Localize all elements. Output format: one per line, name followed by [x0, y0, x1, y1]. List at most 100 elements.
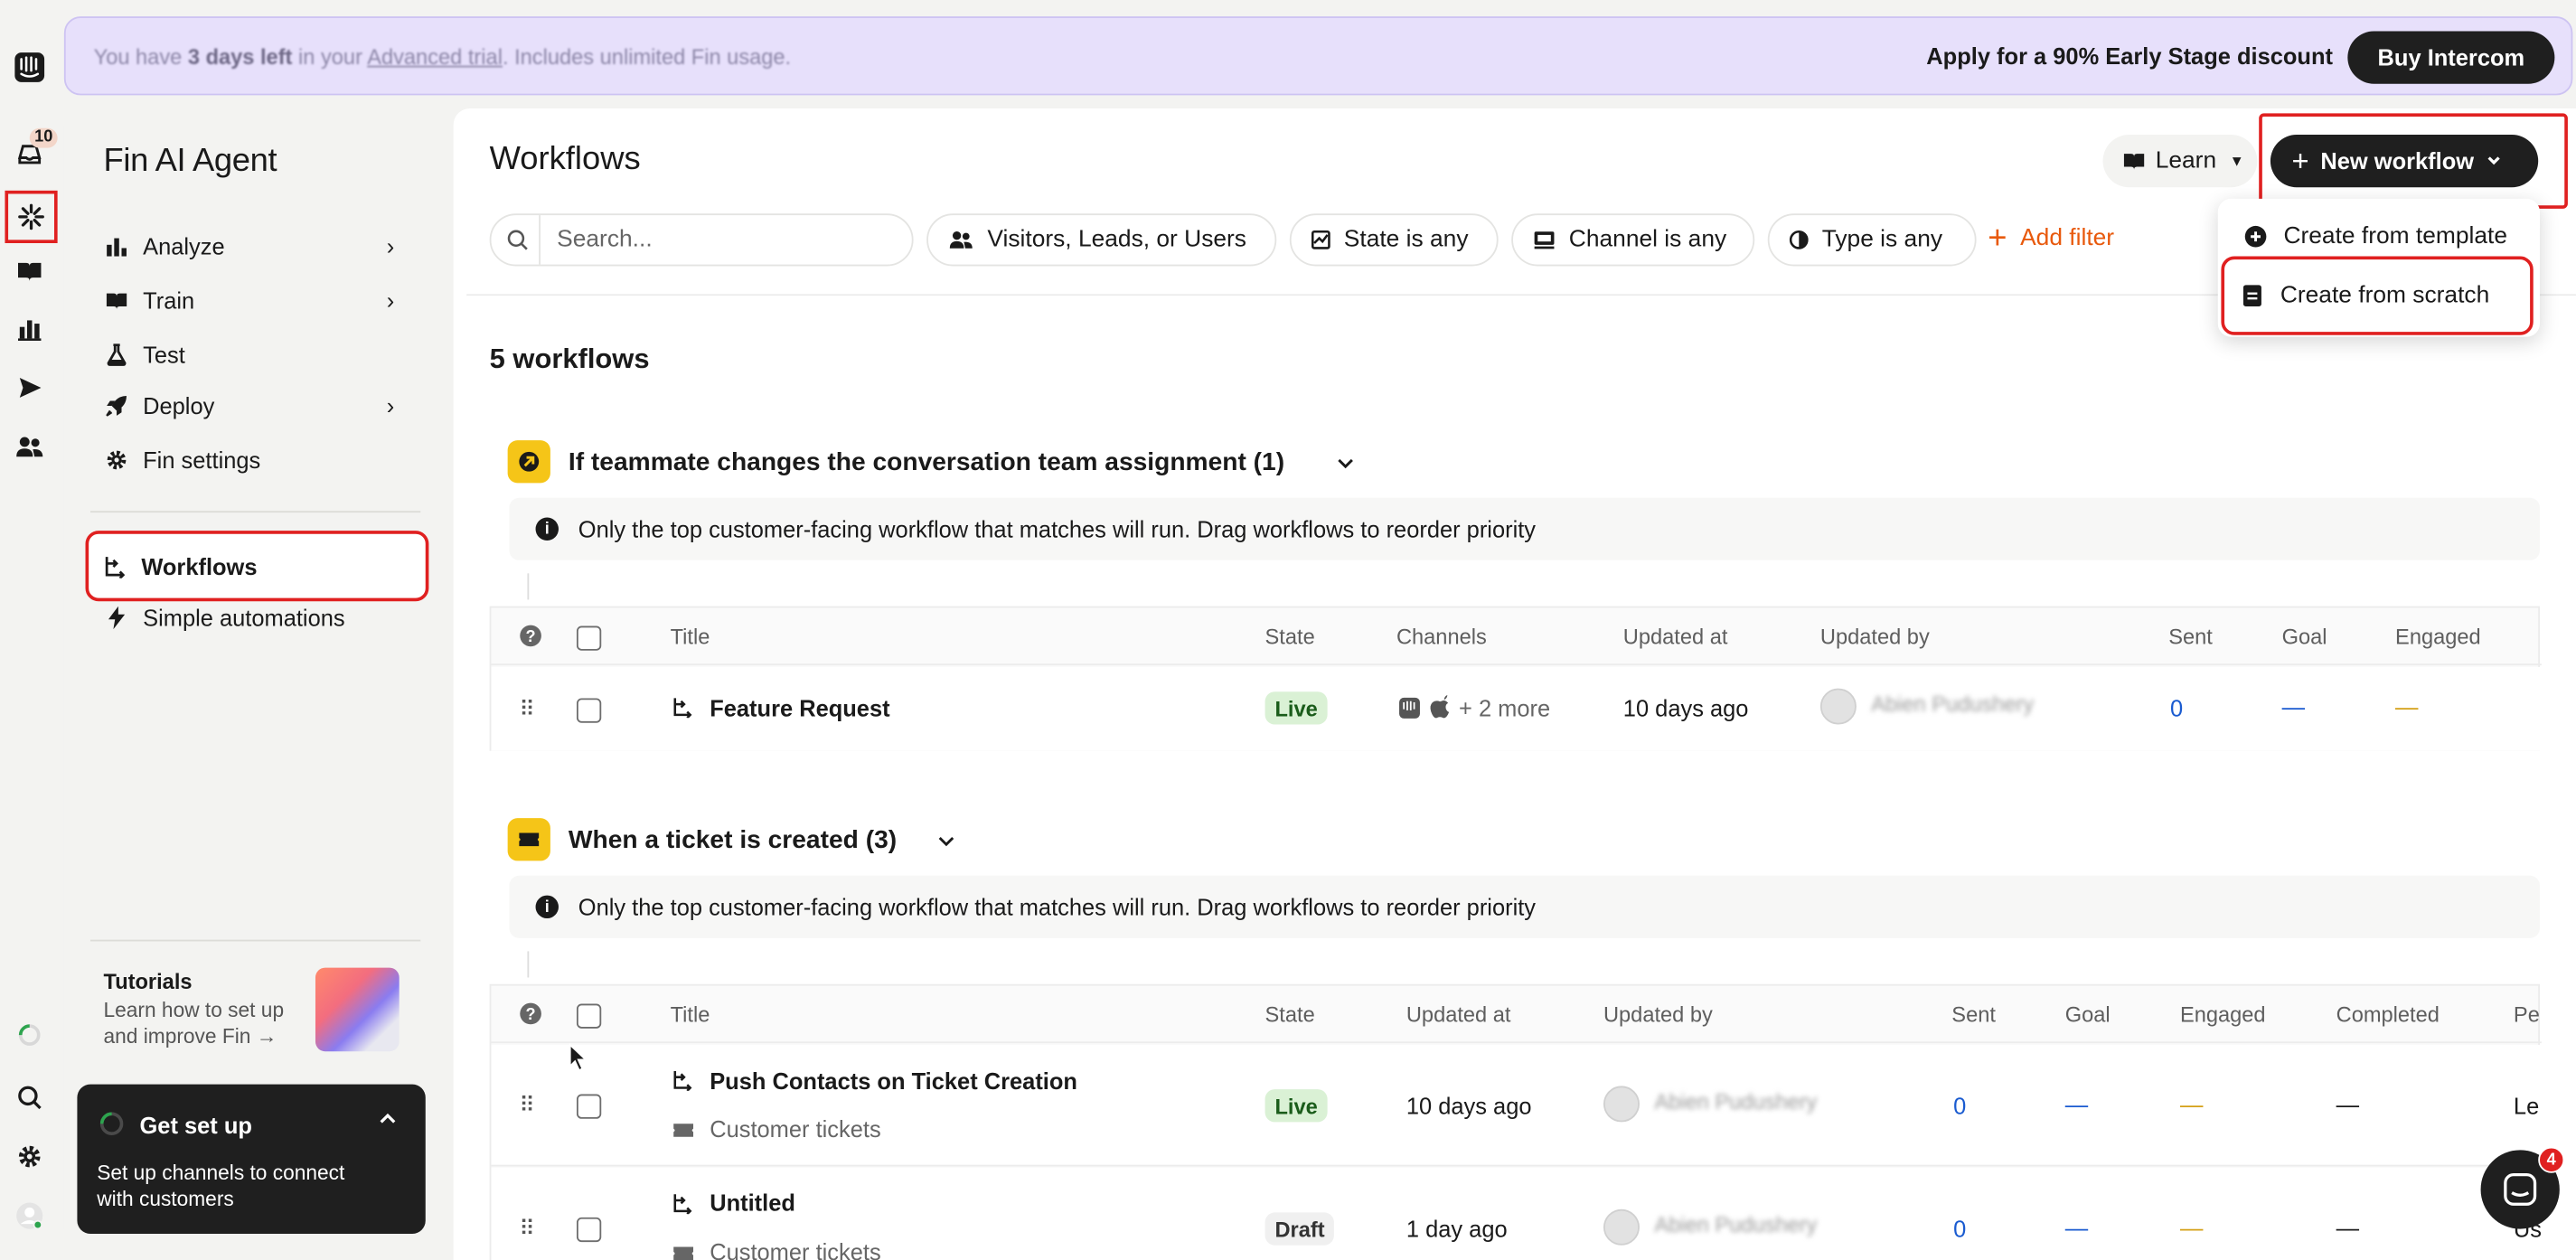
- apple-icon: [1429, 694, 1451, 728]
- workflow-title[interactable]: Feature Request: [710, 695, 889, 721]
- drag-handle-icon[interactable]: ⠿: [519, 1093, 534, 1119]
- column-header[interactable]: State: [1265, 1002, 1315, 1027]
- search-icon[interactable]: [14, 1081, 46, 1114]
- sent-count[interactable]: 0: [2170, 695, 2183, 721]
- channel-filter-label: Channel is any: [1568, 226, 1727, 253]
- sidebar-item-label: Workflows: [141, 552, 258, 579]
- new-workflow-button[interactable]: + New workflow: [2270, 135, 2539, 188]
- workflow-icon: [672, 1069, 693, 1099]
- ticket-icon: [672, 1242, 694, 1260]
- progress-icon[interactable]: [14, 1019, 46, 1051]
- drag-handle-icon[interactable]: ⠿: [519, 1216, 534, 1242]
- info-icon: i: [535, 895, 559, 919]
- row-checkbox[interactable]: [576, 698, 602, 723]
- chevron-up-icon[interactable]: [378, 1107, 398, 1133]
- column-header[interactable]: Title: [671, 625, 710, 649]
- sidebar-item-label: Train: [143, 287, 195, 315]
- workflow-title[interactable]: Push Contacts on Ticket Creation: [710, 1067, 1077, 1094]
- sidebar-item-test[interactable]: Test: [90, 332, 424, 378]
- column-header[interactable]: Goal: [2065, 1002, 2111, 1027]
- book-icon[interactable]: [14, 255, 46, 287]
- column-header[interactable]: Completed: [2336, 1002, 2440, 1027]
- type-filter[interactable]: Type is any: [1767, 213, 1977, 267]
- user-avatar-icon[interactable]: [14, 1199, 46, 1232]
- sidebar-item-train[interactable]: Train ›: [90, 277, 424, 324]
- add-filter-button[interactable]: + Add filter: [1988, 221, 2114, 254]
- column-header[interactable]: State: [1265, 625, 1315, 649]
- create-from-template-item[interactable]: Create from template: [2228, 211, 2530, 263]
- sidebar-item-analyze[interactable]: Analyze ›: [90, 223, 424, 269]
- tutorials-text-2[interactable]: and improve Fin →: [104, 1025, 277, 1048]
- table-row[interactable]: ⠿ Push Contacts on Ticket Creation Custo…: [491, 1044, 2542, 1167]
- discount-link[interactable]: Apply for a 90% Early Stage discount: [1926, 42, 2333, 69]
- caret-down-icon: ▼: [2229, 153, 2244, 170]
- column-header[interactable]: Updated by: [1820, 625, 1930, 649]
- engaged-value: —: [2179, 1090, 2204, 1117]
- trial-mid: in your: [292, 44, 368, 70]
- table-row[interactable]: ⠿ Feature Request Live + 2 more 10 days …: [491, 666, 2542, 751]
- intercom-logo-icon[interactable]: [14, 51, 46, 83]
- help-icon[interactable]: ?: [519, 1002, 541, 1034]
- updated-by: Abien Pudushery: [1871, 691, 2035, 717]
- column-header[interactable]: Updated at: [1406, 1002, 1511, 1027]
- tutorials-thumbnail[interactable]: [315, 967, 400, 1052]
- messenger-launcher[interactable]: 4: [2480, 1146, 2565, 1229]
- goal-value: —: [2064, 1090, 2089, 1117]
- state-filter[interactable]: State is any: [1289, 213, 1499, 267]
- buy-intercom-button[interactable]: Buy Intercom: [2347, 31, 2555, 84]
- channel-filter[interactable]: Channel is any: [1511, 213, 1755, 267]
- fin-ai-icon[interactable]: [5, 190, 58, 244]
- send-icon[interactable]: [14, 371, 46, 404]
- learn-button[interactable]: Learn ▼: [2102, 135, 2258, 188]
- inbox-icon[interactable]: 10: [14, 127, 58, 171]
- app-rail: 10: [0, 0, 59, 1260]
- sidebar-item-fin-settings[interactable]: Fin settings: [90, 437, 424, 483]
- contacts-icon[interactable]: [14, 430, 46, 463]
- search-input[interactable]: Search...: [489, 213, 914, 267]
- table-row[interactable]: ⠿ Untitled Customer tickets Draft 1 day …: [491, 1168, 2542, 1260]
- column-header[interactable]: Engaged: [2395, 625, 2481, 649]
- audience-filter[interactable]: Visitors, Leads, or Users: [926, 213, 1277, 267]
- sent-count[interactable]: 0: [1953, 1216, 1966, 1242]
- sidebar-title: Fin AI Agent: [103, 143, 277, 180]
- chevron-down-icon[interactable]: [936, 830, 956, 860]
- tutorials-text-1[interactable]: Learn how to set up: [104, 999, 285, 1021]
- select-all-checkbox[interactable]: [576, 1003, 602, 1029]
- chevron-down-icon[interactable]: [1336, 452, 1356, 482]
- get-set-up-card[interactable]: Get set up Set up channels to connect wi…: [77, 1084, 426, 1235]
- column-header[interactable]: Pe: [2514, 1002, 2540, 1027]
- row-checkbox[interactable]: [576, 1094, 602, 1119]
- sidebar-item-deploy[interactable]: Deploy ›: [90, 383, 424, 429]
- channels-more[interactable]: + 2 more: [1459, 695, 1550, 721]
- updated-by: Abien Pudushery: [1654, 1089, 1818, 1114]
- select-all-checkbox[interactable]: [576, 625, 602, 651]
- column-header[interactable]: Channels: [1396, 625, 1487, 649]
- workflow-title[interactable]: Untitled: [710, 1189, 795, 1216]
- sidebar-item-simple-automations[interactable]: Simple automations: [90, 595, 424, 641]
- contrast-icon: [1789, 230, 1809, 249]
- sidebar-item-workflows[interactable]: Workflows: [85, 531, 429, 602]
- column-header[interactable]: Title: [671, 1002, 710, 1027]
- trial-link[interactable]: Advanced trial: [367, 44, 503, 69]
- ticket-icon: [672, 1119, 694, 1149]
- column-header[interactable]: Goal: [2282, 625, 2327, 649]
- workflow-icon: [102, 554, 128, 578]
- column-header[interactable]: Updated by: [1603, 1002, 1713, 1027]
- settings-icon[interactable]: [14, 1140, 46, 1172]
- column-header[interactable]: Engaged: [2180, 1002, 2266, 1027]
- column-header[interactable]: Sent: [1951, 1002, 1996, 1027]
- reports-icon[interactable]: [14, 312, 46, 344]
- workflow-count: 5 workflows: [489, 343, 650, 375]
- avatar: [1819, 688, 1857, 725]
- search-divider: [539, 215, 541, 265]
- create-from-scratch-item[interactable]: Create from scratch: [2221, 256, 2534, 335]
- column-header[interactable]: Sent: [2168, 625, 2213, 649]
- column-header[interactable]: Updated at: [1623, 625, 1728, 649]
- sent-count[interactable]: 0: [1953, 1093, 1966, 1119]
- row-checkbox[interactable]: [576, 1217, 602, 1243]
- chevron-right-icon: ›: [386, 287, 395, 315]
- new-workflow-menu: Create from template Create from scratch: [2217, 198, 2541, 337]
- extra-column-value: Le: [2513, 1092, 2540, 1119]
- drag-handle-icon[interactable]: ⠿: [519, 697, 534, 723]
- help-icon[interactable]: ?: [519, 625, 541, 656]
